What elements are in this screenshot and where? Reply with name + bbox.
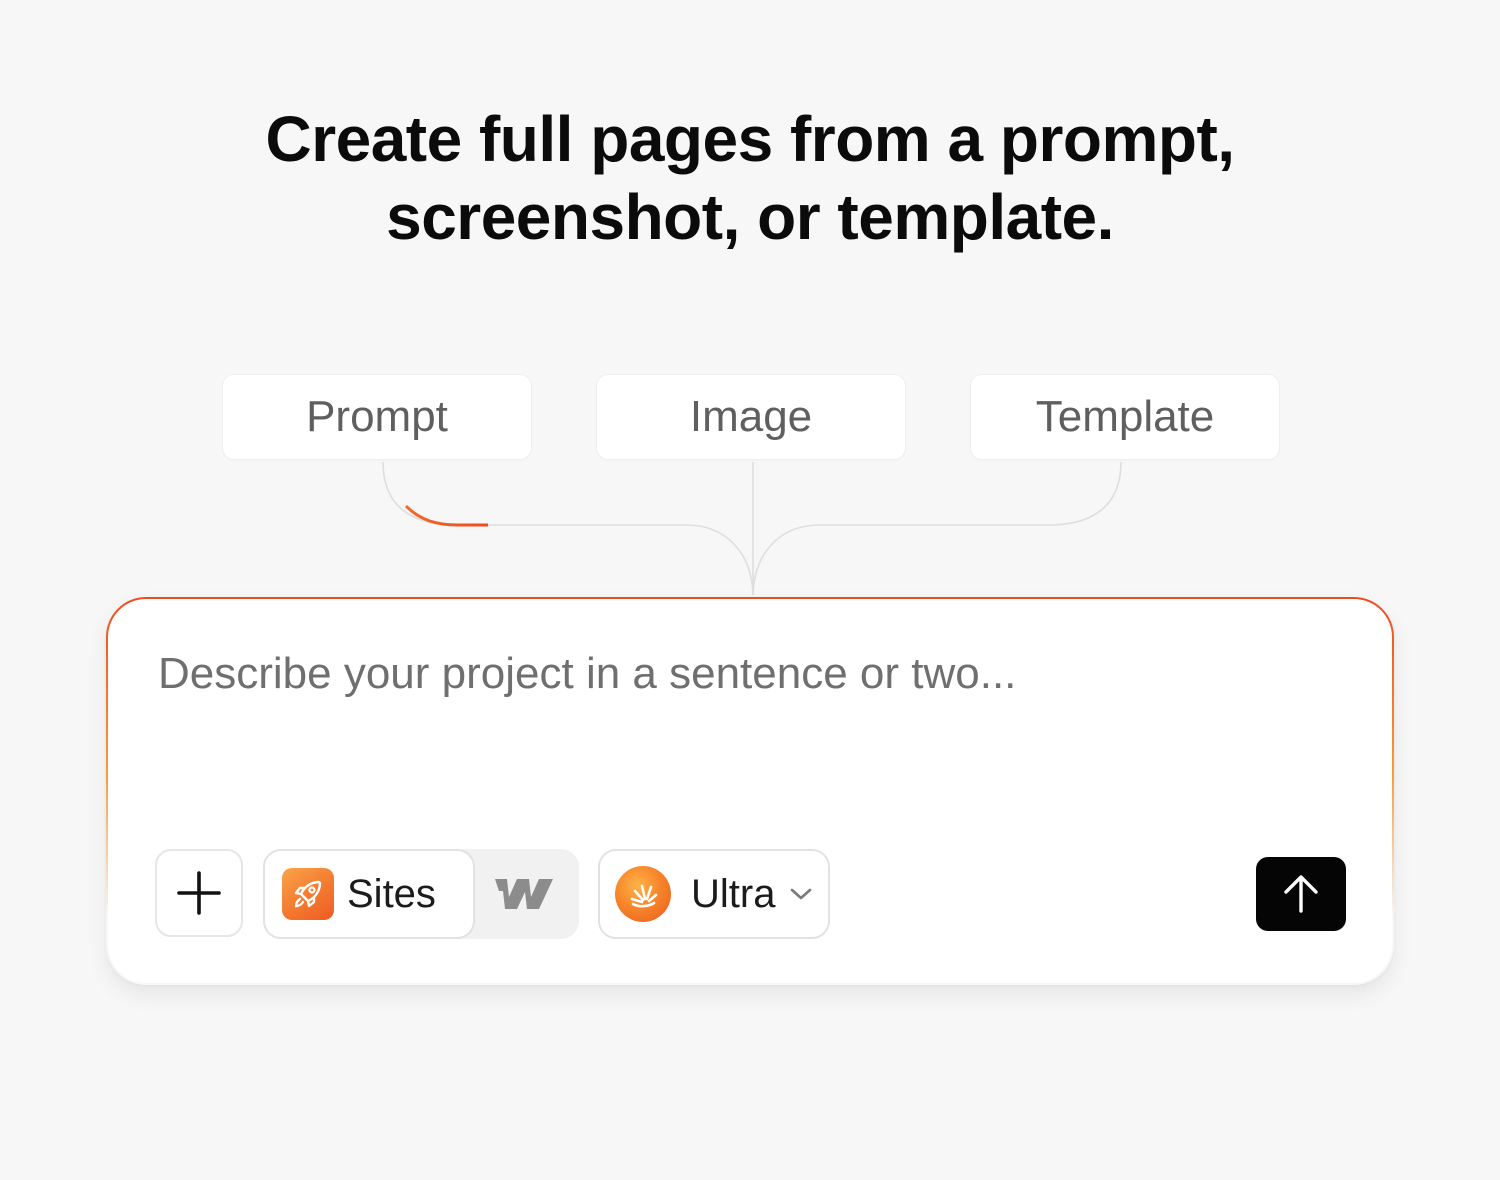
connector-prompt bbox=[382, 461, 754, 596]
arrow-up-icon bbox=[1284, 875, 1318, 913]
model-label: Ultra bbox=[691, 871, 776, 916]
connector-prompt-highlight bbox=[404, 504, 488, 527]
send-button[interactable] bbox=[1256, 857, 1346, 931]
connector-lines bbox=[382, 461, 1122, 596]
webflow-logo-icon bbox=[495, 879, 553, 909]
sites-option[interactable]: Sites bbox=[263, 849, 475, 939]
prompt-input[interactable] bbox=[158, 649, 1308, 729]
site-type-toggle: Sites bbox=[263, 849, 579, 939]
page: Create full pages from a prompt, screens… bbox=[0, 0, 1500, 1180]
prompt-composer: Sites bbox=[106, 597, 1394, 985]
ultra-burst-icon bbox=[615, 866, 671, 922]
plus-icon bbox=[177, 871, 221, 915]
add-attachment-button[interactable] bbox=[155, 849, 243, 937]
rocket-icon bbox=[282, 868, 334, 920]
sites-label: Sites bbox=[347, 871, 436, 916]
model-selector[interactable]: Ultra bbox=[598, 849, 830, 939]
connector-template bbox=[752, 461, 1122, 596]
webflow-option[interactable] bbox=[489, 869, 559, 919]
chevron-down-icon bbox=[789, 886, 813, 902]
